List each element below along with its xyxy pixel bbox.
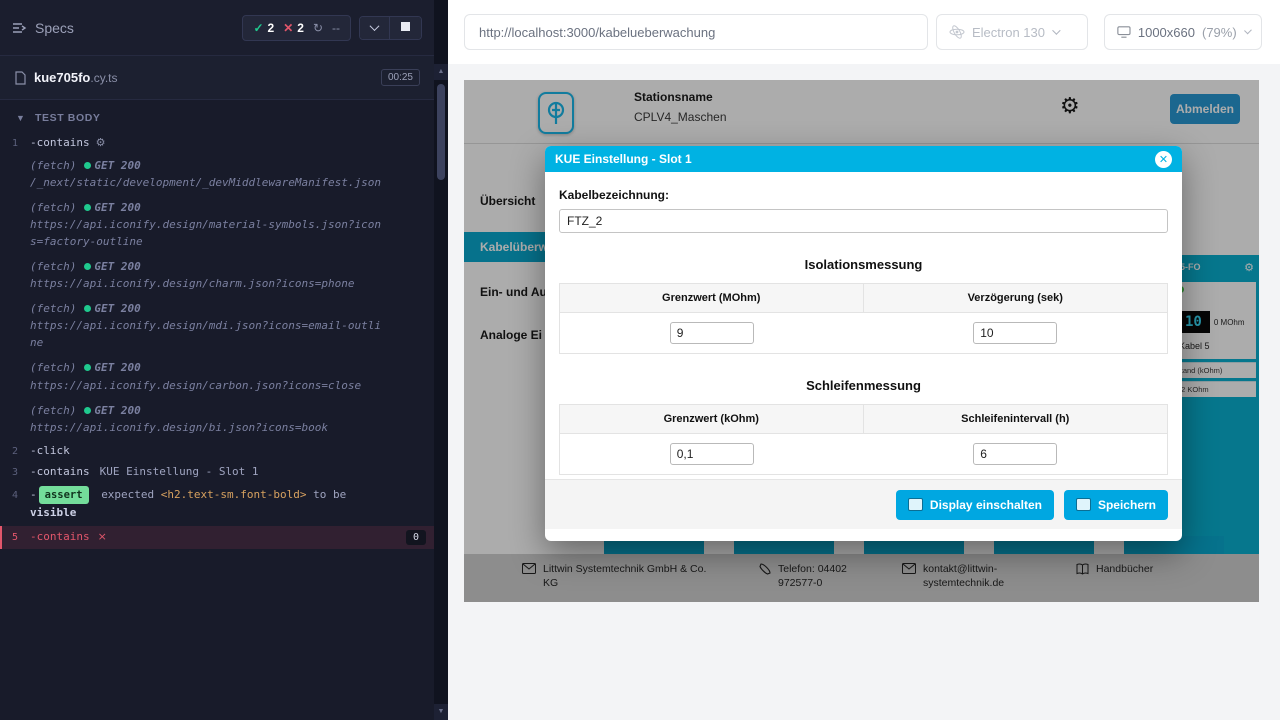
- save-button[interactable]: Speichern: [1064, 490, 1168, 520]
- log-command[interactable]: 1 -contains ⚙: [0, 132, 434, 153]
- status-dot: [84, 305, 91, 312]
- scroll-up-button[interactable]: ▲: [434, 64, 448, 80]
- stop-run-button[interactable]: [389, 17, 421, 39]
- stop-icon: [401, 22, 410, 31]
- refresh-icon: ↻: [313, 21, 323, 35]
- save-icon: [1076, 498, 1091, 511]
- log-assert[interactable]: 4 -assert expected <h2.text-sm.font-bold…: [0, 482, 434, 526]
- retry-count-badge: 0: [406, 530, 426, 545]
- viewport-icon: [1117, 25, 1131, 39]
- spec-header[interactable]: kue705fo .cy.ts 00:25: [0, 56, 434, 100]
- status-dot: [84, 364, 91, 371]
- reporter-scrollbar[interactable]: ▲ ▼: [434, 0, 448, 720]
- col-header: Verzögerung (sek): [864, 284, 1168, 313]
- log-fetch-row[interactable]: (fetch)GET 200 https://api.iconify.desig…: [0, 195, 434, 254]
- col-header: Schleifenintervall (h): [864, 405, 1168, 434]
- scrollbar-thumb[interactable]: [437, 84, 445, 180]
- isolation-table: Grenzwert (MOhm) Verzögerung (sek): [559, 283, 1168, 354]
- isolation-limit-input[interactable]: [670, 322, 754, 344]
- electron-icon: [949, 24, 965, 40]
- display-icon: [908, 498, 923, 511]
- log-fetch-row[interactable]: (fetch)GET 200 https://api.iconify.desig…: [0, 254, 434, 296]
- chevron-down-icon: [1052, 26, 1060, 34]
- specs-button[interactable]: Specs: [12, 20, 74, 36]
- chevron-down-icon: [370, 21, 380, 31]
- log-fetch-row[interactable]: (fetch)GET 200 /_next/static/development…: [0, 153, 434, 195]
- command-log: 1 -contains ⚙ (fetch)GET 200 /_next/stat…: [0, 132, 434, 549]
- dialog-footer: Display einschalten Speichern: [545, 479, 1182, 529]
- browser-label: Electron 130: [972, 25, 1045, 40]
- loop-interval-input[interactable]: [973, 443, 1057, 465]
- pending-count: --: [332, 21, 340, 35]
- assert-badge: assert: [39, 486, 89, 505]
- aut-toolbar: Electron 130 1000x660 (79%): [448, 0, 1280, 64]
- log-command-failed[interactable]: 5 -contains × 0: [0, 526, 434, 549]
- suite-label: TEST BODY: [35, 112, 101, 124]
- spec-file-icon: [14, 71, 26, 85]
- viewport-selector[interactable]: 1000x660 (79%): [1104, 14, 1262, 50]
- fail-x-icon: ×: [98, 530, 107, 543]
- kue-settings-dialog: KUE Einstellung - Slot 1 ✕ Kabelbezeichn…: [545, 146, 1182, 541]
- assert-element: <h2.text-sm.font-bold>: [161, 488, 307, 501]
- isolation-delay-input[interactable]: [973, 322, 1057, 344]
- log-command[interactable]: 2 -click: [0, 440, 434, 461]
- log-command[interactable]: 3 -contains KUE Einstellung - Slot 1: [0, 461, 434, 482]
- isolation-section-title: Isolationsmessung: [559, 257, 1168, 272]
- log-fetch-row[interactable]: (fetch)GET 200 https://api.iconify.desig…: [0, 296, 434, 355]
- loop-limit-input[interactable]: [670, 443, 754, 465]
- status-dot: [84, 263, 91, 270]
- loop-section-title: Schleifenmessung: [559, 378, 1168, 393]
- dialog-header: KUE Einstellung - Slot 1 ✕: [545, 146, 1182, 172]
- caret-down-icon: ▼: [16, 113, 26, 123]
- cable-name-label: Kabelbezeichnung:: [559, 188, 1168, 202]
- close-icon[interactable]: ✕: [1155, 151, 1172, 168]
- specs-menu-icon: [12, 22, 27, 34]
- col-header: Grenzwert (MOhm): [560, 284, 864, 313]
- run-stats: ✓ 2 ✕ 2 ↻ --: [242, 15, 351, 41]
- loop-table: Grenzwert (kOhm) Schleifenintervall (h): [559, 404, 1168, 475]
- log-fetch-row[interactable]: (fetch)GET 200 https://api.iconify.desig…: [0, 398, 434, 440]
- browser-selector[interactable]: Electron 130: [936, 14, 1088, 50]
- aut-stage: Stationsname CPLV4_Maschen ⚙ Abmelden Üb…: [448, 64, 1280, 720]
- log-fetch-row[interactable]: (fetch)GET 200 https://api.iconify.desig…: [0, 355, 434, 397]
- suite-toggle[interactable]: ▼ TEST BODY: [0, 100, 434, 132]
- display-on-button[interactable]: Display einschalten: [896, 490, 1054, 520]
- spec-name: kue705fo: [34, 70, 90, 85]
- url-input[interactable]: [465, 25, 927, 40]
- viewport-zoom: (79%): [1202, 25, 1237, 40]
- collapse-button[interactable]: [360, 17, 389, 39]
- url-bar[interactable]: [464, 14, 928, 50]
- col-header: Grenzwert (kOhm): [560, 405, 864, 434]
- cable-name-input[interactable]: [559, 209, 1168, 233]
- cross-icon: ✕: [283, 21, 293, 35]
- specs-label: Specs: [35, 20, 74, 36]
- viewport-size: 1000x660: [1138, 25, 1195, 40]
- scroll-down-button[interactable]: ▼: [434, 704, 448, 720]
- spec-duration: 00:25: [381, 69, 420, 86]
- chevron-down-icon: [1244, 27, 1252, 35]
- status-dot: [84, 162, 91, 169]
- passed-count: 2: [268, 21, 275, 35]
- check-icon: ✓: [253, 21, 263, 35]
- spec-ext: .cy.ts: [90, 71, 117, 85]
- failed-count: 2: [297, 21, 304, 35]
- dialog-title: KUE Einstellung - Slot 1: [555, 152, 692, 166]
- status-dot: [84, 204, 91, 211]
- app-under-test: Stationsname CPLV4_Maschen ⚙ Abmelden Üb…: [464, 80, 1259, 602]
- status-dot: [84, 407, 91, 414]
- reporter-header: Specs ✓ 2 ✕ 2 ↻ --: [0, 0, 434, 56]
- gear-icon: ⚙: [96, 136, 106, 149]
- cypress-reporter: Specs ✓ 2 ✕ 2 ↻ -- kue705fo .cy.ts 00:25…: [0, 0, 434, 720]
